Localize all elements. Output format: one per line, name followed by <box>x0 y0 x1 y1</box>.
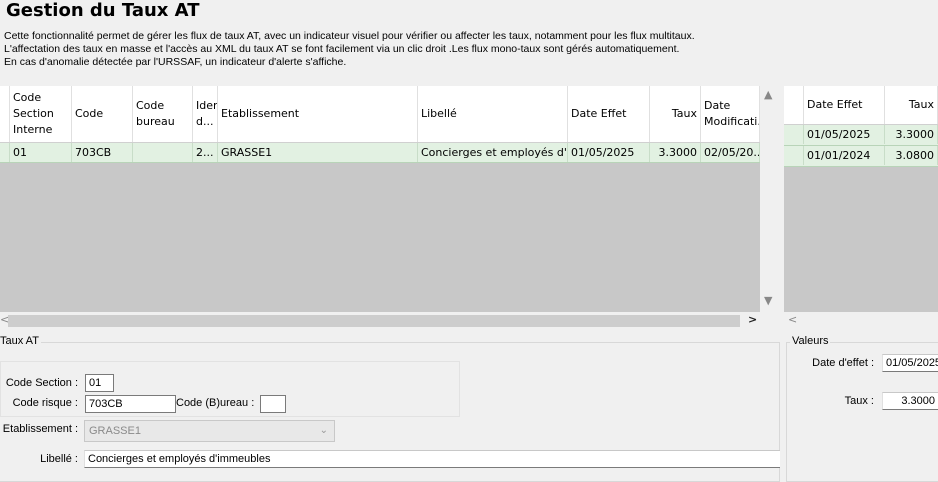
history-cell-date-effet: 01/01/2024 <box>804 146 885 165</box>
scroll-down-icon[interactable]: ▼ <box>764 294 772 307</box>
cell-code-bureau <box>133 143 193 162</box>
col-header-libelle[interactable]: Libellé <box>418 86 568 142</box>
code-risque-label: Code risque : <box>12 397 78 409</box>
history-col-header-date-effet[interactable]: Date Effet <box>804 86 885 124</box>
table-row[interactable]: 01 703CB 2... GRASSE1 Concierges et empl… <box>0 143 760 163</box>
valeurs-group-label: Valeurs <box>790 335 831 347</box>
grid-horizontal-scrollbar[interactable]: < > <box>0 312 778 330</box>
cell-date-effet: 01/05/2025 <box>568 143 650 162</box>
libelle-label: Libellé : <box>40 453 78 465</box>
date-effet-field[interactable]: 01/05/2025 <box>882 354 938 372</box>
etablissement-select-value: GRASSE1 <box>89 425 141 437</box>
libelle-field[interactable]: Concierges et employés d'immeubles <box>84 450 780 468</box>
cell-code: 703CB <box>72 143 133 162</box>
table-row[interactable]: 01/01/2024 3.0800 <box>784 146 938 167</box>
code-bureau-label: Code (B)ureau : <box>176 397 255 409</box>
code-risque-field[interactable]: 703CB <box>85 395 176 413</box>
scrollbar-thumb[interactable] <box>8 315 740 327</box>
history-row-indicator-header <box>784 86 804 124</box>
grid-header: Code Section Interne Code Code bureau Id… <box>0 86 760 143</box>
page-title: Gestion du Taux AT <box>6 0 200 21</box>
taux-history-grid[interactable]: Date Effet Taux 01/05/2025 3.3000 01/01/… <box>784 86 938 312</box>
code-section-field[interactable]: 01 <box>85 374 114 392</box>
cell-identifiant: 2... <box>193 143 218 162</box>
history-cell-taux: 3.0800 <box>885 146 938 165</box>
col-header-code-section-interne[interactable]: Code Section Interne <box>10 86 72 142</box>
col-header-code-bureau[interactable]: Code bureau <box>133 86 193 142</box>
table-row[interactable]: 01/05/2025 3.3000 <box>784 125 938 146</box>
col-header-date-modification[interactable]: Date Modificati... <box>701 86 760 142</box>
col-header-code[interactable]: Code <box>72 86 133 142</box>
col-header-identifiant[interactable]: Iden d... <box>193 86 218 142</box>
etablissement-label: Etablissement : <box>2 423 78 435</box>
cell-etablissement: GRASSE1 <box>218 143 418 162</box>
scroll-up-icon[interactable]: ▲ <box>764 88 772 101</box>
grid-vertical-scrollbar[interactable]: ▲ ▼ <box>760 86 778 312</box>
history-cell-taux: 3.3000 <box>885 125 938 144</box>
description-line-3: En cas d'anomalie détectée par l'URSSAF,… <box>4 56 347 68</box>
row-indicator <box>784 125 804 144</box>
history-grid-header: Date Effet Taux <box>784 86 938 125</box>
taux-at-group-label: Taux AT <box>0 335 41 347</box>
history-horizontal-scrollbar[interactable]: < <box>784 312 938 330</box>
history-col-header-taux[interactable]: Taux <box>885 86 938 124</box>
page-description: Cette fonctionnalité permet de gérer les… <box>4 30 695 69</box>
col-header-etablissement[interactable]: Etablissement <box>218 86 418 142</box>
description-line-1: Cette fonctionnalité permet de gérer les… <box>4 30 695 42</box>
row-indicator-header <box>0 86 10 142</box>
taux-at-grid[interactable]: Code Section Interne Code Code bureau Id… <box>0 86 760 312</box>
row-indicator <box>0 143 10 162</box>
scroll-left-icon[interactable]: < <box>788 313 797 326</box>
etablissement-select[interactable]: GRASSE1 ⌄ <box>84 420 335 442</box>
chevron-down-icon[interactable]: ⌄ <box>320 421 328 441</box>
code-section-label: Code Section : <box>5 377 78 389</box>
taux-label: Taux : <box>844 395 874 407</box>
cell-date-modification: 02/05/20... <box>701 143 760 162</box>
col-header-date-effet[interactable]: Date Effet <box>568 86 650 142</box>
row-indicator <box>784 146 804 165</box>
cell-code-section: 01 <box>10 143 72 162</box>
description-line-2: L'affectation des taux en masse et l'acc… <box>4 43 680 55</box>
cell-libelle: Concierges et employés d'... <box>418 143 568 162</box>
date-effet-label: Date d'effet : <box>812 357 874 369</box>
cell-taux: 3.3000 <box>650 143 701 162</box>
col-header-taux[interactable]: Taux <box>650 86 701 142</box>
scroll-right-icon[interactable]: > <box>748 313 757 326</box>
taux-field[interactable]: 3.3000 <box>882 392 938 410</box>
history-cell-date-effet: 01/05/2025 <box>804 125 885 144</box>
code-bureau-field[interactable] <box>260 395 286 413</box>
